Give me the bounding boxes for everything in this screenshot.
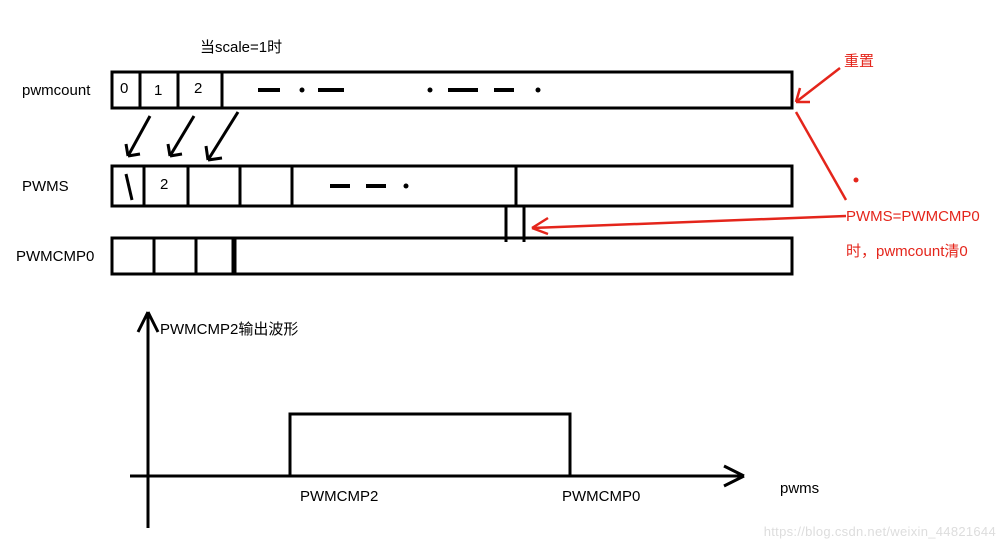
pwms-label: PWMS [22,178,69,195]
pwmcount-cell-2: 2 [194,80,202,97]
waveform [130,312,744,528]
x-axis-label: pwms [780,480,819,497]
annot-equal-2: 时，pwmcount清0 [846,240,968,261]
pwmcount-cell-0: 0 [120,80,128,97]
scale-arrows [126,112,238,160]
pwmcmp0-label: PWMCMP0 [16,248,94,265]
pwmcount-label: pwmcount [22,82,90,99]
annot-reset: 重置 [844,50,874,71]
diagram-svg [0,0,1004,543]
waveform-title: PWMCMP2输出波形 [160,318,298,339]
x-tick-pwmcmp0: PWMCMP0 [562,488,640,505]
pwms-row [112,166,792,206]
pwms-cell-1: 2 [160,176,168,193]
title-scale: 当scale=1时 [200,36,282,57]
pwmcount-row [112,72,792,108]
pwmcount-cell-1: 1 [154,82,162,99]
x-tick-pwmcmp2: PWMCMP2 [300,488,378,505]
watermark: https://blog.csdn.net/weixin_44821644 [764,524,996,539]
annot-equal-1: PWMS=PWMCMP0 [846,208,980,225]
pwmcmp0-row [112,238,792,274]
red-annot-arrows [532,68,859,234]
